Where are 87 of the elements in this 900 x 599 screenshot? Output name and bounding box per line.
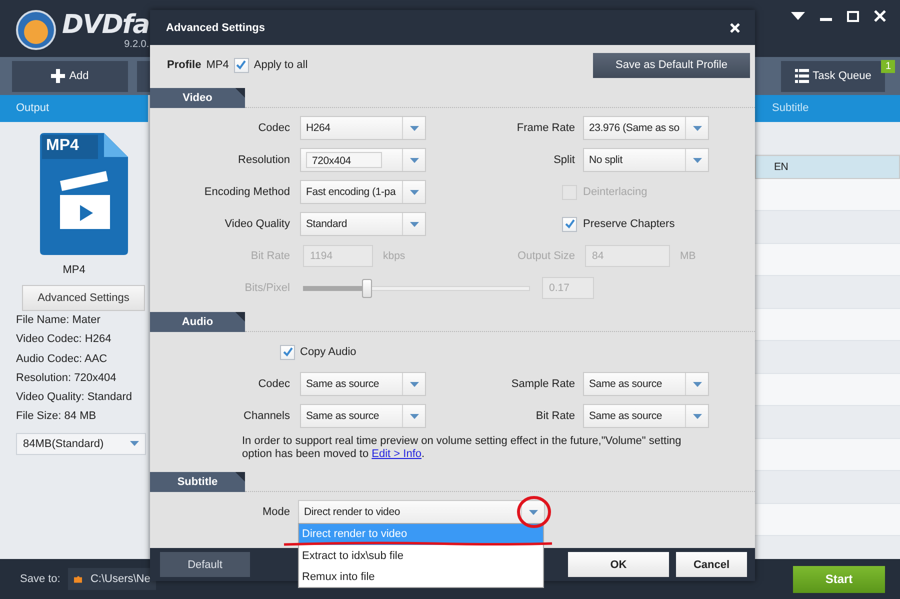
app-version: 9.2.0. — [124, 38, 150, 50]
checkbox-label: Preserve Chapters — [583, 218, 676, 230]
file-info-text: File Name: Mater — [16, 313, 100, 328]
dropdown-arrow-icon — [130, 441, 139, 446]
close-icon[interactable] — [874, 10, 886, 22]
ok-button[interactable]: OK — [568, 552, 669, 577]
dropdown-arrow-icon — [410, 158, 418, 162]
save-to-label: Save to: — [20, 573, 60, 585]
field-label: Video Quality — [224, 218, 291, 230]
field-label: Bit Rate — [250, 250, 291, 262]
dropdown-option[interactable]: Extract to idx\sub file — [299, 545, 543, 566]
list-icon — [794, 69, 809, 83]
field-label: Resolution — [237, 154, 291, 166]
profile-value: MP4 — [206, 59, 229, 71]
dropdown[interactable]: Same as source — [583, 372, 709, 396]
field-label: Mode — [261, 506, 291, 518]
slider-track[interactable] — [303, 278, 530, 298]
logo-icon — [16, 10, 56, 50]
field-label: Channels — [242, 410, 291, 422]
field-label: Output Size — [516, 250, 576, 262]
close-icon[interactable] — [730, 22, 740, 32]
field-label: Bit Rate — [534, 410, 576, 422]
task-queue-button[interactable]: Task Queue — [781, 60, 885, 92]
dropdown-arrow-icon — [410, 126, 418, 130]
file-info-text: Audio Codec: AAC — [16, 352, 108, 367]
dropdown[interactable]: No split — [583, 148, 709, 172]
table-row[interactable]: EN — [755, 154, 900, 178]
checkbox[interactable] — [562, 216, 577, 232]
unit-label: MB — [680, 250, 696, 262]
default-button[interactable]: Default — [160, 552, 250, 577]
dropdown[interactable]: 720x404 — [300, 148, 426, 172]
field-label: Frame Rate — [516, 122, 576, 134]
add-button[interactable]: Add — [12, 60, 128, 92]
dropdown-arrow-icon — [528, 510, 538, 514]
checkbox[interactable] — [234, 58, 249, 72]
dropdown[interactable]: Direct render to video — [298, 500, 545, 524]
checkbox-label: Deinterlacing — [583, 186, 648, 198]
dropdown-arrow-icon — [692, 158, 702, 162]
advanced-settings-button[interactable]: Advanced Settings — [22, 285, 145, 311]
field-label: Codec — [257, 378, 291, 390]
edit-info-link[interactable]: Edit > Info — [372, 448, 422, 460]
caret-icon[interactable] — [791, 12, 805, 20]
field-label: Bits/Pixel — [244, 282, 291, 294]
dropdown[interactable]: Same as source — [300, 372, 426, 396]
dropdown[interactable]: Same as source — [583, 404, 709, 428]
dialog-title: Advanced Settings — [166, 22, 266, 34]
dropdown[interactable]: Standard — [300, 212, 426, 236]
info-note: In order to support real time preview on volume setting effect in the future,"Volume" setting option has been moved to Edit > Info. — [241, 435, 682, 461]
file-info-text: Resolution: 720x404 — [16, 370, 116, 386]
dropdown[interactable]: Fast encoding (1-pa — [300, 180, 426, 204]
table-cell: EN — [774, 160, 788, 172]
field-label: Codec — [257, 122, 291, 134]
save-default-button[interactable]: Save as Default Profile — [593, 52, 750, 78]
file-info-text: Video Quality: Standard — [16, 390, 132, 406]
field-label: Encoding Method — [203, 186, 291, 198]
plus-icon — [51, 69, 66, 83]
video-file-icon: MP4 — [40, 133, 128, 255]
size-dropdown[interactable]: 84MB(Standard) — [16, 432, 146, 455]
dropdown-option[interactable]: Remux into file — [299, 566, 543, 587]
file-info-text: Video Codec: H264 — [16, 332, 112, 348]
dropdown[interactable]: Same as source — [300, 404, 426, 428]
checkbox-label: Copy Audio — [300, 346, 358, 358]
dropdown[interactable]: 23.976 (Same as so — [583, 116, 709, 140]
maximize-icon[interactable] — [847, 10, 859, 22]
dropdown[interactable]: H264 — [300, 116, 426, 140]
unit-label: kbps — [383, 250, 406, 262]
checkbox-label: Apply to all — [254, 59, 308, 71]
dropdown-arrow-icon — [410, 382, 418, 386]
field-label: Split — [552, 154, 576, 166]
field-label: Sample Rate — [510, 378, 576, 390]
dropdown-arrow-icon — [692, 382, 702, 386]
column-header: Subtitle — [755, 95, 900, 122]
file-info-text: File Size: 84 MB — [16, 409, 96, 424]
count-badge: 1 — [881, 60, 895, 73]
panel-header: Output — [0, 95, 148, 122]
profile-label: Profile — [167, 59, 202, 71]
cancel-button[interactable]: Cancel — [676, 552, 747, 577]
text-field[interactable]: 720x404 — [306, 152, 382, 168]
checkbox[interactable] — [280, 344, 295, 360]
dropdown-arrow-icon — [692, 414, 702, 418]
format-name: MP4 — [62, 264, 86, 276]
path-field[interactable]: C:\Users\Ne — [68, 568, 156, 590]
dropdown-arrow-icon — [410, 222, 418, 226]
dropdown-arrow-icon — [692, 126, 702, 130]
dropdown-arrow-icon — [410, 190, 418, 194]
app-logo: DVDfa — [62, 10, 150, 38]
dropdown-arrow-icon — [410, 414, 418, 418]
